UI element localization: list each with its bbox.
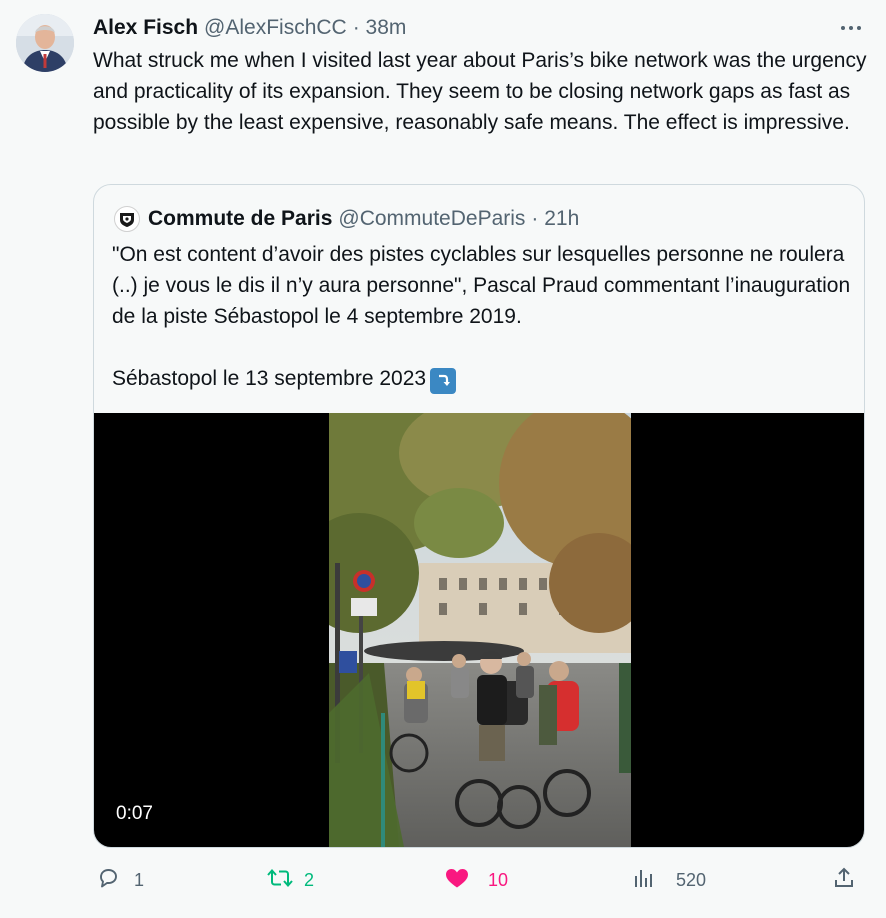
tweet-timestamp[interactable]: · 38m <box>353 16 407 40</box>
like-count: 10 <box>488 869 509 890</box>
return-arrow-emoji-icon <box>430 368 457 394</box>
views-icon <box>632 866 656 895</box>
quoted-text: "On est content d’avoir des pistes cycla… <box>112 239 852 394</box>
retweet-button[interactable]: 2 <box>266 860 314 900</box>
quoted-text-paragraph-2: Sébastopol le 13 septembre 2023 <box>112 363 852 394</box>
video-player[interactable]: 0:07 <box>94 413 864 847</box>
tweet-text: What struck me when I visited last year … <box>93 49 867 134</box>
tweet-header: Alex Fisch @AlexFischCC · 38m <box>93 15 406 41</box>
views-count: 520 <box>676 869 707 890</box>
quoted-text-line: Sébastopol le 13 septembre 2023 <box>112 367 427 390</box>
video-duration: 0:07 <box>116 803 153 824</box>
more-icon[interactable] <box>834 18 868 38</box>
quoted-tweet[interactable]: Commute de Paris @CommuteDeParis · 21h "… <box>93 184 865 848</box>
tweet-actions: 1 2 10 520 <box>0 860 886 900</box>
quoted-header: Commute de Paris @CommuteDeParis · 21h <box>114 206 579 232</box>
like-icon <box>444 866 470 895</box>
quoted-text-paragraph-1: "On est content d’avoir des pistes cycla… <box>112 243 851 328</box>
author-handle[interactable]: @AlexFischCC <box>204 16 347 40</box>
author-name[interactable]: Alex Fisch <box>93 16 198 40</box>
share-button[interactable] <box>832 860 856 900</box>
quoted-avatar <box>114 206 140 232</box>
author-avatar[interactable] <box>16 14 74 72</box>
video-frame <box>329 413 631 847</box>
reply-count: 1 <box>134 869 145 890</box>
quoted-timestamp[interactable]: · 21h <box>531 207 579 231</box>
quoted-author-name[interactable]: Commute de Paris <box>148 207 332 231</box>
reply-button[interactable]: 1 <box>96 860 144 900</box>
retweet-icon <box>266 866 294 895</box>
views-button[interactable]: 520 <box>632 860 706 900</box>
reply-icon <box>96 866 120 895</box>
like-button[interactable]: 10 <box>444 860 508 900</box>
retweet-count: 2 <box>304 869 315 890</box>
quoted-author-handle[interactable]: @CommuteDeParis <box>338 207 525 231</box>
share-icon <box>832 866 856 895</box>
